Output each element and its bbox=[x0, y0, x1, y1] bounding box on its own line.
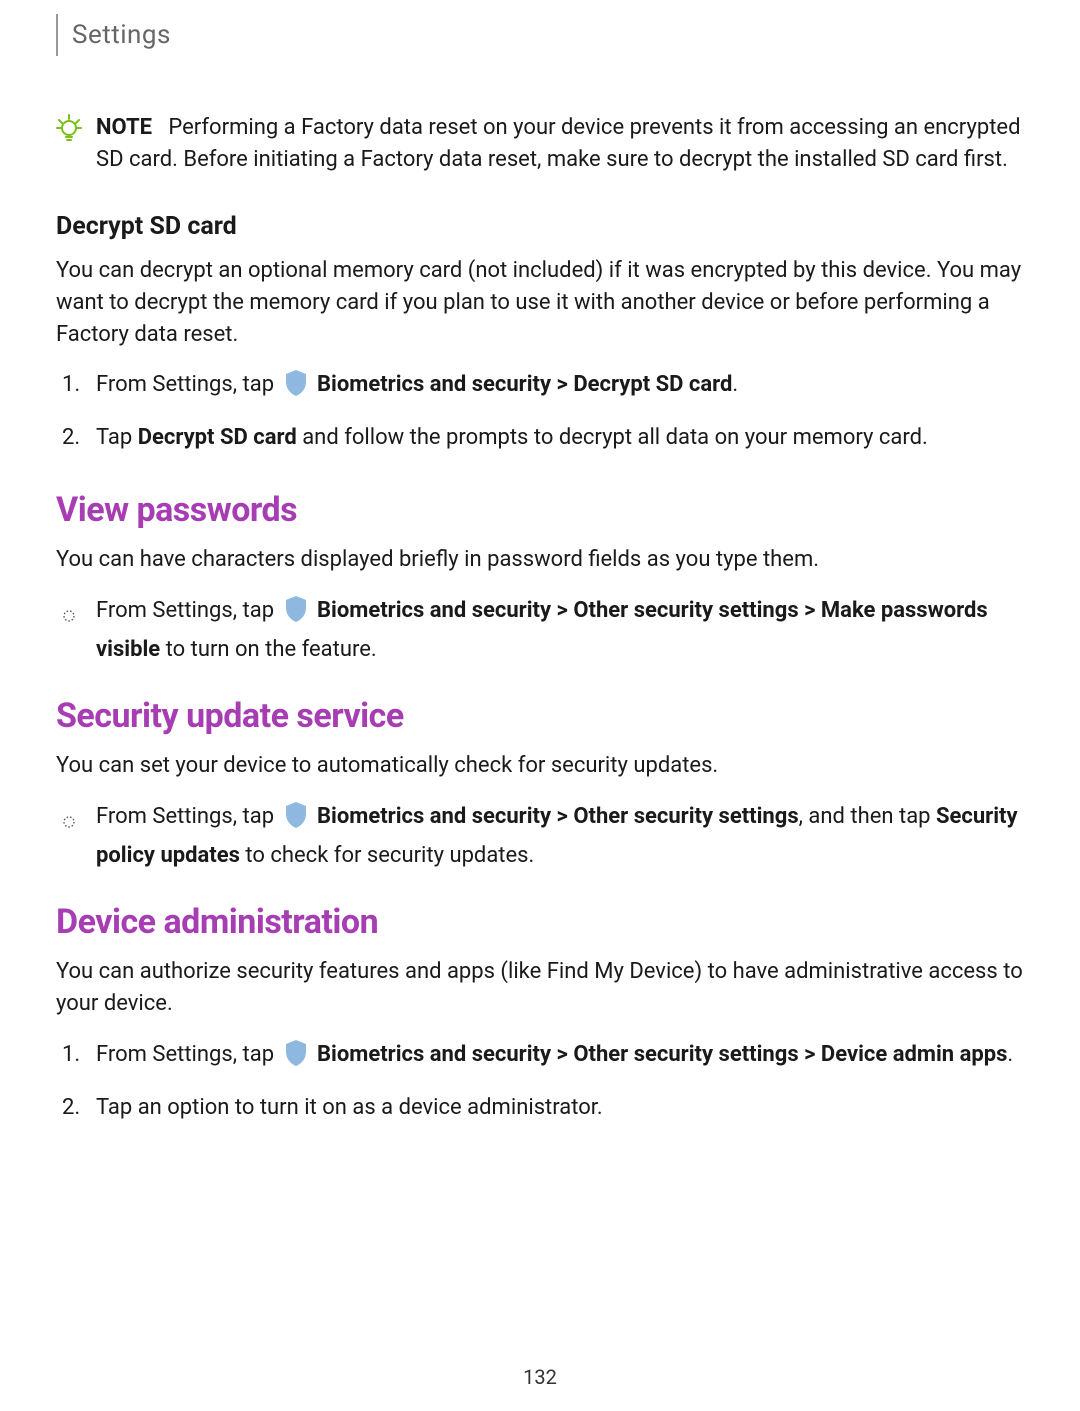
bullet-prefix: From Settings, tap bbox=[96, 804, 280, 829]
bullet-prefix: From Settings, tap bbox=[96, 598, 280, 623]
bullet-suffix: to turn on the feature. bbox=[160, 637, 377, 662]
admin-intro: You can authorize security features and … bbox=[56, 956, 1024, 1020]
security-bullet-1: From Settings, tap Biometrics and securi… bbox=[96, 800, 1024, 872]
shield-icon bbox=[284, 595, 308, 633]
bullet-mid: , and then tap bbox=[799, 804, 936, 829]
decrypt-step-1: From Settings, tap Biometrics and securi… bbox=[96, 368, 1024, 407]
viewpass-bullets: From Settings, tap Biometrics and securi… bbox=[56, 594, 1024, 666]
sub-heading-decrypt: Decrypt SD card bbox=[56, 212, 1024, 241]
step-text: From Settings, tap bbox=[96, 372, 280, 397]
viewpass-intro: You can have characters displayed briefl… bbox=[56, 544, 1024, 576]
page-number: 132 bbox=[0, 1365, 1080, 1389]
decrypt-steps: From Settings, tap Biometrics and securi… bbox=[56, 368, 1024, 454]
security-bullets: From Settings, tap Biometrics and securi… bbox=[56, 800, 1024, 872]
admin-steps: From Settings, tap Biometrics and securi… bbox=[56, 1038, 1024, 1124]
step-bold: Biometrics and security > Other security… bbox=[317, 1042, 1007, 1067]
note-block: NOTE Performing a Factory data reset on … bbox=[56, 112, 1024, 176]
lightbulb-icon bbox=[56, 114, 82, 148]
admin-step-1: From Settings, tap Biometrics and securi… bbox=[96, 1038, 1024, 1077]
step-bold: Biometrics and security > Decrypt SD car… bbox=[317, 372, 732, 397]
decrypt-intro: You can decrypt an optional memory card … bbox=[56, 255, 1024, 351]
dotted-circle-icon bbox=[62, 806, 76, 839]
section-heading-admin: Device administration bbox=[56, 902, 1024, 942]
note-label: NOTE bbox=[96, 115, 152, 140]
note-text: NOTE Performing a Factory data reset on … bbox=[96, 112, 1024, 176]
step-prefix: Tap bbox=[96, 425, 138, 450]
section-heading-security: Security update service bbox=[56, 696, 1024, 736]
dotted-circle-icon bbox=[62, 600, 76, 633]
step-prefix: From Settings, tap bbox=[96, 1042, 280, 1067]
shield-icon bbox=[284, 801, 308, 839]
step-suffix: . bbox=[732, 372, 738, 397]
section-heading-viewpass: View passwords bbox=[56, 490, 1024, 530]
viewpass-bullet-1: From Settings, tap Biometrics and securi… bbox=[96, 594, 1024, 666]
note-body: Performing a Factory data reset on your … bbox=[96, 115, 1021, 172]
admin-step-2: Tap an option to turn it on as a device … bbox=[96, 1091, 1024, 1124]
security-intro: You can set your device to automatically… bbox=[56, 750, 1024, 782]
shield-icon bbox=[284, 369, 308, 407]
bullet-bold1: Biometrics and security > Other security… bbox=[317, 804, 799, 829]
decrypt-step-2: Tap Decrypt SD card and follow the promp… bbox=[96, 421, 1024, 454]
step-suffix: . bbox=[1007, 1042, 1013, 1067]
step-rest: and follow the prompts to decrypt all da… bbox=[297, 425, 928, 450]
step-bold: Decrypt SD card bbox=[138, 425, 297, 450]
page-header: Settings bbox=[56, 14, 1024, 56]
shield-icon bbox=[284, 1039, 308, 1077]
bullet-suffix: to check for security updates. bbox=[240, 843, 534, 868]
page-header-title: Settings bbox=[72, 20, 1024, 50]
